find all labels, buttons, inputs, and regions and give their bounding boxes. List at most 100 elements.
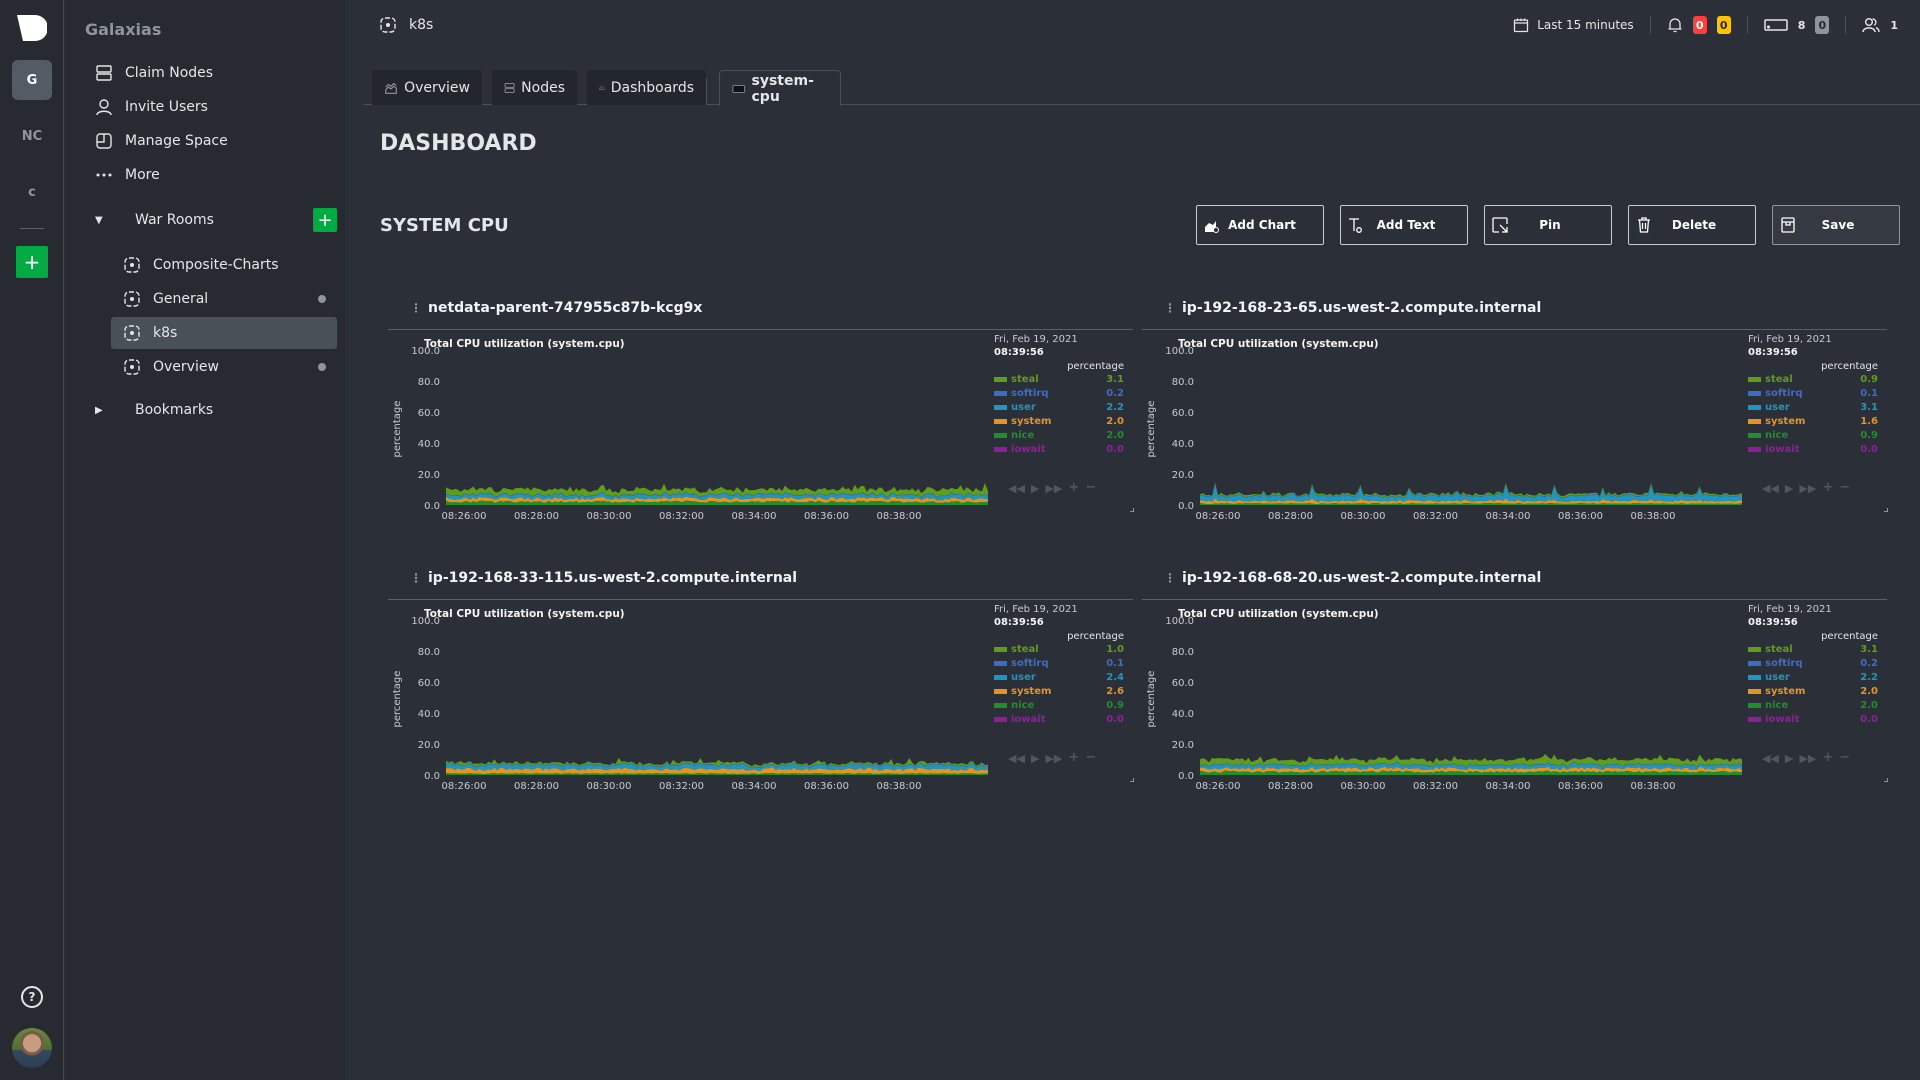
legend-item-nice[interactable]: nice 0.9 [1748,428,1878,442]
tab-dashboards[interactable]: Dashboards [587,70,706,105]
fast-forward-icon[interactable]: ▶▶ [1799,752,1816,765]
play-icon[interactable]: ▶ [1031,482,1039,495]
tab-nodes[interactable]: Nodes [492,70,577,105]
x-tick-label: 08:32:00 [659,781,704,792]
bookmarks-header[interactable]: ▶ Bookmarks [95,398,337,422]
invite-users-link[interactable]: Invite Users [95,95,208,119]
room-label: General [153,291,209,307]
resize-handle[interactable] [1884,778,1888,782]
x-tick-label: 08:28:00 [514,781,559,792]
resize-handle[interactable] [1884,508,1888,512]
legend-item-user[interactable]: user 3.1 [1748,400,1878,414]
legend-item-user[interactable]: user 2.4 [994,670,1124,684]
legend-item-system[interactable]: system 2.0 [1748,684,1878,698]
drag-handle-icon[interactable]: ⋮ [1164,301,1176,315]
drag-handle-icon[interactable]: ⋮ [410,571,422,585]
add-chart-button[interactable]: Add Chart [1196,205,1324,245]
resize-handle[interactable] [1130,778,1134,782]
add-room-button[interactable]: + [313,208,337,232]
critical-alerts-badge[interactable]: 0 [1692,16,1707,34]
help-icon[interactable]: ? [21,986,43,1008]
user-avatar[interactable] [12,1028,52,1068]
room-icon [124,325,140,341]
drag-handle-icon[interactable]: ⋮ [410,301,422,315]
nodes-offline-badge[interactable]: 0 [1815,16,1830,34]
space-nc[interactable]: NC [12,116,52,156]
add-space-button[interactable]: + [16,246,48,278]
manage-space-link[interactable]: Manage Space [95,129,228,153]
tab-overview[interactable]: Overview [372,70,482,105]
fast-forward-icon[interactable]: ▶▶ [1045,752,1062,765]
zoom-out-icon[interactable]: − [1839,751,1850,765]
legend-series-name: system [1765,685,1806,697]
legend-item-steal[interactable]: steal 3.1 [994,372,1124,386]
war-rooms-header[interactable]: ▼ War Rooms + [95,208,337,232]
zoom-in-icon[interactable]: + [1068,481,1079,495]
save-button[interactable]: Save [1772,205,1900,245]
room-general[interactable]: General [111,283,337,315]
more-link[interactable]: More [95,163,160,187]
save-label: Save [1821,218,1855,232]
space-c[interactable]: c [12,172,52,212]
legend-item-steal[interactable]: steal 0.9 [1748,372,1878,386]
legend-item-user[interactable]: user 2.2 [1748,670,1878,684]
resize-handle[interactable] [1130,508,1134,512]
pin-button[interactable]: Pin [1484,205,1612,245]
node-icon[interactable] [1763,18,1788,32]
tab-system-cpu[interactable]: system-cpu [719,70,841,106]
space-g[interactable]: G [12,60,52,100]
dashboard-actions: Add Chart Add Text Pin Delete Save [1196,205,1900,245]
legend-item-softirq[interactable]: softirq 0.1 [994,656,1124,670]
play-icon[interactable]: ▶ [1785,752,1793,765]
warning-alerts-badge[interactable]: 0 [1716,16,1731,34]
legend-item-nice[interactable]: nice 2.0 [994,428,1124,442]
legend-item-system[interactable]: system 2.6 [994,684,1124,698]
zoom-out-icon[interactable]: − [1085,481,1096,495]
zoom-out-icon[interactable]: − [1085,751,1096,765]
legend-item-nice[interactable]: nice 2.0 [1748,698,1878,712]
legend-item-softirq[interactable]: softirq 0.1 [1748,386,1878,400]
legend-item-softirq[interactable]: softirq 0.2 [1748,656,1878,670]
room-composite-charts[interactable]: Composite-Charts [111,249,337,281]
netdata-logo-icon[interactable] [17,15,47,41]
room-k8s[interactable]: k8s [111,317,337,349]
legend-item-user[interactable]: user 2.2 [994,400,1124,414]
add-chart-label: Add Chart [1228,218,1296,232]
play-icon[interactable]: ▶ [1785,482,1793,495]
legend-item-system[interactable]: system 2.0 [994,414,1124,428]
fast-forward-icon[interactable]: ▶▶ [1045,482,1062,495]
zoom-in-icon[interactable]: + [1822,751,1833,765]
zoom-out-icon[interactable]: − [1839,481,1850,495]
users-icon[interactable] [1862,17,1881,33]
legend-series-name: softirq [1011,387,1049,399]
legend-item-iowait[interactable]: iowait 0.0 [994,712,1124,726]
chart-legend: Fri, Feb 19, 2021 08:39:56 percentage st… [994,604,1124,726]
legend-series-value: 3.1 [1860,401,1878,413]
room-overview[interactable]: Overview [111,351,337,383]
delete-button[interactable]: Delete [1628,205,1756,245]
claim-nodes-link[interactable]: Claim Nodes [95,61,213,85]
x-tick-label: 08:34:00 [732,511,777,522]
legend-item-system[interactable]: system 1.6 [1748,414,1878,428]
legend-swatch [1748,674,1761,680]
rewind-icon[interactable]: ◀◀ [1008,482,1025,495]
legend-item-nice[interactable]: nice 0.9 [994,698,1124,712]
fast-forward-icon[interactable]: ▶▶ [1799,482,1816,495]
rewind-icon[interactable]: ◀◀ [1762,752,1779,765]
drag-handle-icon[interactable]: ⋮ [1164,571,1176,585]
play-icon[interactable]: ▶ [1031,752,1039,765]
date-picker[interactable]: Last 15 minutes [1513,17,1634,33]
rewind-icon[interactable]: ◀◀ [1762,482,1779,495]
bell-icon[interactable] [1667,17,1683,33]
legend-item-steal[interactable]: steal 1.0 [994,642,1124,656]
page-title: DASHBOARD [380,131,537,156]
rewind-icon[interactable]: ◀◀ [1008,752,1025,765]
legend-item-softirq[interactable]: softirq 0.2 [994,386,1124,400]
legend-item-steal[interactable]: steal 3.1 [1748,642,1878,656]
legend-item-iowait[interactable]: iowait 0.0 [1748,712,1878,726]
legend-item-iowait[interactable]: iowait 0.0 [1748,442,1878,456]
add-text-button[interactable]: Add Text [1340,205,1468,245]
zoom-in-icon[interactable]: + [1068,751,1079,765]
legend-item-iowait[interactable]: iowait 0.0 [994,442,1124,456]
zoom-in-icon[interactable]: + [1822,481,1833,495]
